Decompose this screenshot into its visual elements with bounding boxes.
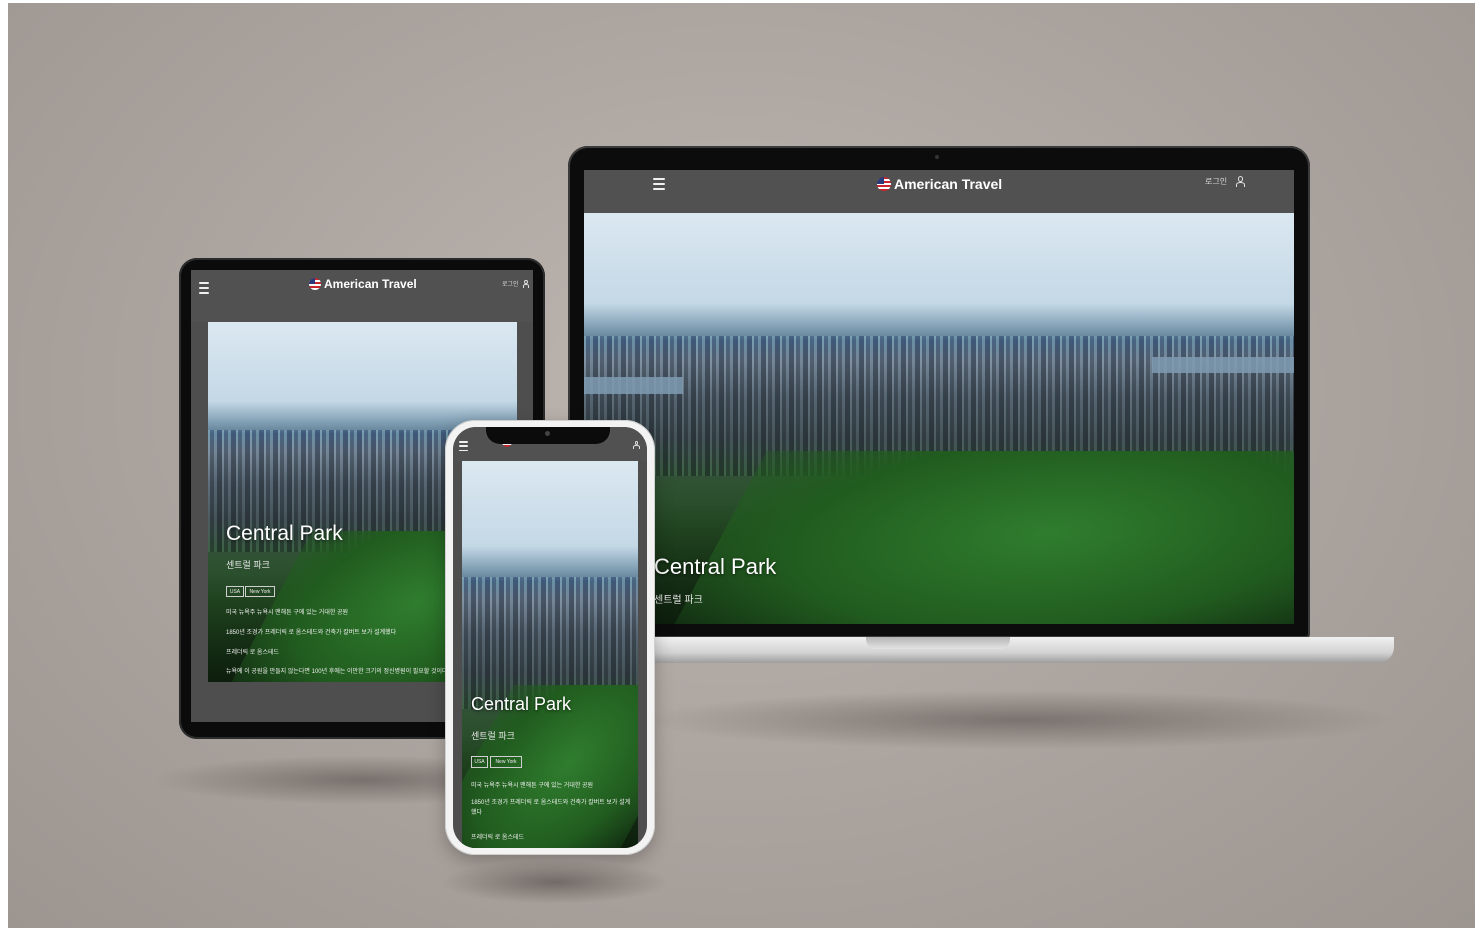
login-link[interactable]: 로그인 bbox=[502, 279, 530, 288]
tag-country[interactable]: USA bbox=[471, 756, 488, 768]
login-link[interactable] bbox=[633, 441, 640, 449]
user-icon bbox=[1235, 176, 1245, 187]
laptop-camera bbox=[935, 155, 939, 159]
hero-image: Central Park 센트럴 파크 USA New York 미국 뉴욕주 … bbox=[462, 461, 638, 848]
login-link[interactable]: 로그인 bbox=[1205, 176, 1245, 187]
login-label: 로그인 bbox=[502, 282, 519, 288]
user-icon bbox=[633, 441, 640, 449]
phone-screen: American Travel Central Park 센트럴 파크 USA … bbox=[453, 427, 647, 848]
site-header: American Travel 로그인 bbox=[584, 170, 1294, 213]
description-line-3: 프레더릭 로 옴스테드 bbox=[471, 835, 525, 841]
brand-name: American Travel bbox=[894, 176, 1003, 192]
site-header: American Travel 로그인 bbox=[191, 270, 533, 322]
image-border-left bbox=[0, 0, 8, 928]
menu-icon[interactable] bbox=[199, 282, 209, 294]
flag-icon bbox=[309, 278, 321, 290]
laptop-lid-notch bbox=[866, 637, 1010, 649]
image-border-top bbox=[0, 0, 1475, 3]
hero-title: Central Park bbox=[654, 554, 777, 579]
tag-country[interactable]: USA bbox=[226, 586, 244, 597]
description-line-2: 1850년 조경가 프레더릭 로 옴스테드와 건축가 칼버트 보가 설계했다 bbox=[471, 800, 631, 816]
user-icon bbox=[522, 279, 530, 288]
hero-subtitle: 센트럴 파크 bbox=[654, 595, 703, 606]
description-line-1: 미국 뉴욕주 뉴욕시 맨해튼 구에 있는 거대한 공원 bbox=[226, 610, 349, 616]
hero-subtitle: 센트럴 파크 bbox=[471, 731, 515, 741]
hero-title: Central Park bbox=[471, 694, 572, 714]
description-line-2: 1850년 조경가 프레더릭 로 옴스테드와 건축가 칼버트 보가 설계했다 bbox=[226, 630, 397, 636]
hero-image: Central Park 센트럴 파크 bbox=[584, 213, 1294, 624]
description-line-4: 뉴욕에 이 공원을 만들지 않는다면 100년 후에는 이만한 크기의 정신병원… bbox=[226, 669, 448, 675]
menu-icon[interactable] bbox=[459, 441, 468, 451]
hero-title: Central Park bbox=[226, 522, 343, 545]
phone-camera bbox=[545, 431, 550, 436]
river-right bbox=[1152, 356, 1294, 374]
site-brand[interactable]: American Travel bbox=[309, 277, 417, 291]
laptop-shadow bbox=[640, 690, 1400, 750]
flag-icon bbox=[877, 177, 891, 191]
site-brand[interactable]: American Travel bbox=[877, 176, 1002, 192]
hero-subtitle: 센트럴 파크 bbox=[226, 560, 270, 570]
menu-icon[interactable] bbox=[653, 178, 665, 190]
park-greenery bbox=[657, 451, 1294, 624]
laptop-screen: American Travel 로그인 Central Park 센트럴 파크 bbox=[584, 170, 1294, 624]
tag-city[interactable]: New York bbox=[245, 586, 275, 597]
brand-name: American Travel bbox=[324, 277, 417, 291]
river-left bbox=[584, 377, 684, 394]
phone-shadow bbox=[440, 860, 670, 904]
tag-city[interactable]: New York bbox=[490, 756, 522, 768]
login-label: 로그인 bbox=[1205, 177, 1228, 186]
description-line-3: 프레더릭 로 옴스테드 bbox=[226, 650, 280, 656]
description-line-1: 미국 뉴욕주 뉴욕시 맨해튼 구에 있는 거대한 공원 bbox=[471, 783, 594, 789]
